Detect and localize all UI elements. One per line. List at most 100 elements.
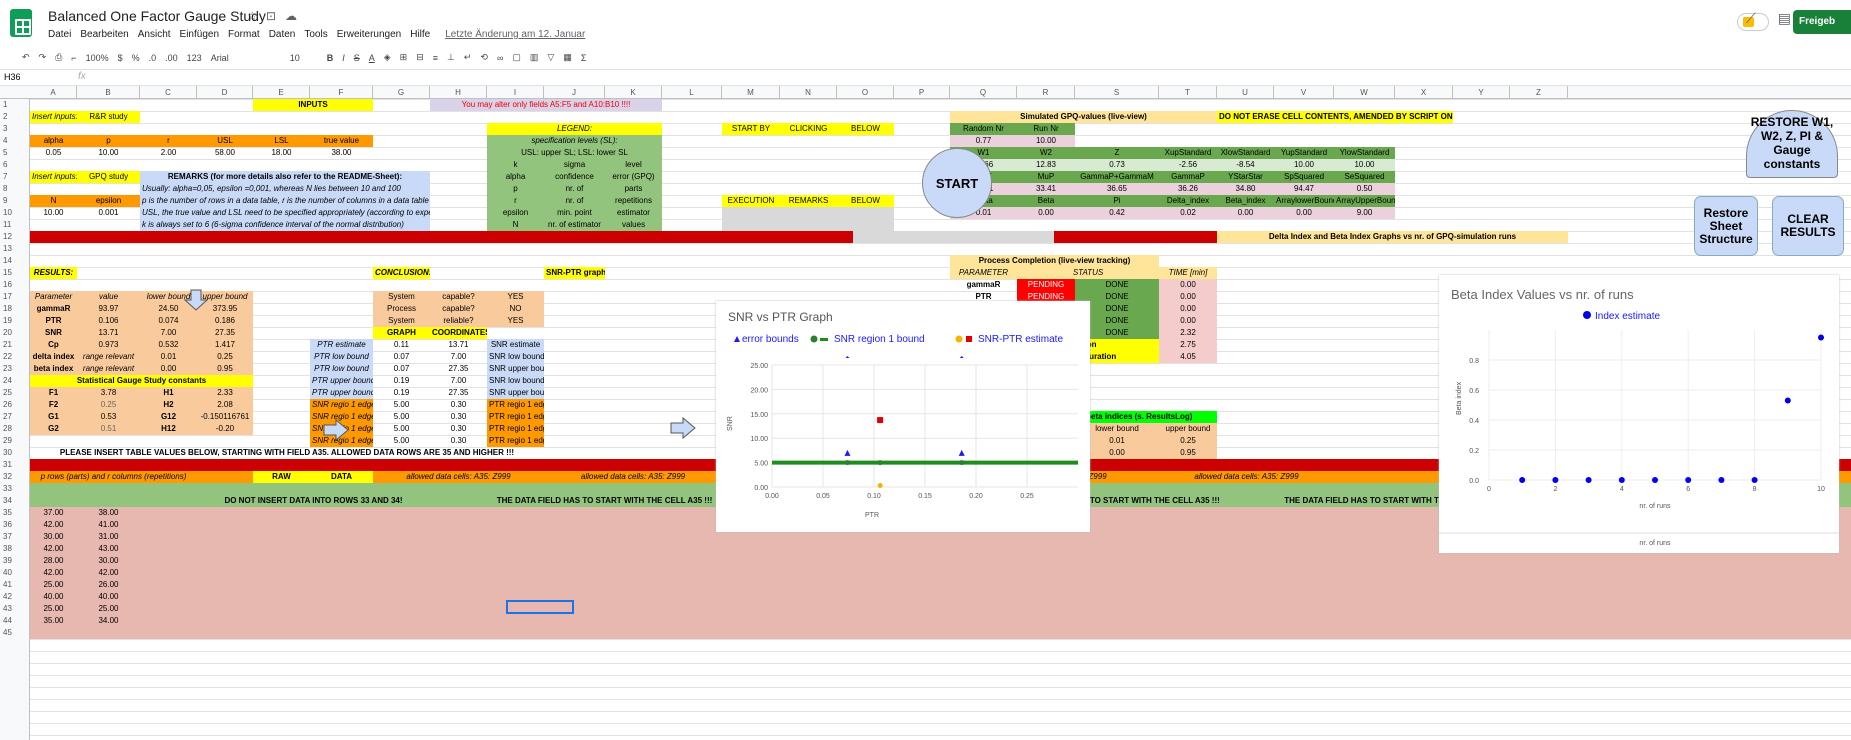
constant-cell[interactable]: H1	[140, 387, 197, 399]
row-header[interactable]: 12	[0, 231, 30, 243]
results-cell[interactable]: 7.00	[140, 327, 197, 339]
raw-label[interactable]: RAW	[253, 471, 310, 483]
input-header[interactable]: true value	[310, 135, 373, 147]
process-header[interactable]: PARAMETER	[950, 267, 1017, 279]
insert-inputs-label[interactable]: Insert inputs:	[30, 111, 77, 123]
selected-cell[interactable]	[506, 600, 574, 614]
filter-views-icon[interactable]: ▦	[563, 52, 572, 63]
column-header[interactable]: U	[1217, 86, 1274, 99]
row-header[interactable]: 45	[0, 627, 30, 639]
conclusion-title[interactable]: CONCLUSION:	[373, 267, 430, 279]
data-value[interactable]: 37.00	[30, 507, 77, 519]
italic-icon[interactable]: I	[342, 53, 345, 63]
legend-cell[interactable]: k	[487, 159, 544, 171]
currency-button[interactable]: $	[118, 53, 123, 63]
coords-value[interactable]: 0.30	[430, 399, 487, 411]
menu-5[interactable]: Daten	[269, 29, 296, 40]
gpq-value[interactable]: 10.00	[1334, 159, 1395, 171]
data-value[interactable]: 25.00	[30, 603, 77, 615]
row-header[interactable]: 21	[0, 339, 30, 351]
column-header[interactable]: R	[1017, 86, 1075, 99]
process-time[interactable]: 2.32	[1159, 327, 1217, 339]
coords-value[interactable]: 7.00	[430, 351, 487, 363]
zoom-select[interactable]: 100%	[86, 53, 109, 63]
data-value[interactable]: 42.00	[30, 543, 77, 555]
alter-notice[interactable]: You may alter only fields A5:F5 and A10:…	[430, 99, 662, 111]
inputs-title[interactable]: INPUTS	[253, 99, 373, 111]
coords-header[interactable]: GRAPH	[373, 327, 430, 339]
constant-cell[interactable]: 2.33	[197, 387, 253, 399]
insert-note[interactable]: PLEASE INSERT TABLE VALUES BELOW, STARTI…	[30, 447, 544, 459]
gray-cell[interactable]	[837, 219, 894, 231]
fill-color-icon[interactable]: ◈	[384, 52, 391, 63]
legend-cell[interactable]: nr. of estimator	[544, 219, 605, 231]
column-header[interactable]: Q	[950, 86, 1017, 99]
legend-cell[interactable]: confidence	[544, 171, 605, 183]
gpq-value[interactable]: 34.80	[1217, 183, 1274, 195]
legend-cell[interactable]: alpha	[487, 171, 544, 183]
legend-cell[interactable]: p	[487, 183, 544, 195]
coords-value[interactable]: 0.30	[430, 411, 487, 423]
gpq-header[interactable]: SpSquared	[1274, 171, 1334, 183]
comment-icon[interactable]: ▢	[512, 52, 521, 63]
row-header[interactable]: 2	[0, 111, 30, 123]
gray-cell[interactable]	[780, 207, 837, 219]
clear-results-button[interactable]: CLEAR RESULTS	[1772, 196, 1844, 256]
decrease-decimal-button[interactable]: .0	[149, 53, 157, 63]
results-cell[interactable]: 0.00	[140, 363, 197, 375]
process-time[interactable]: 0.00	[1159, 291, 1217, 303]
start-by[interactable]: START BY	[722, 123, 780, 135]
row-header[interactable]: 39	[0, 555, 30, 567]
remark-line[interactable]: USL, the true value and LSL need to be s…	[140, 207, 430, 219]
conclusion-cell[interactable]: System	[373, 291, 430, 303]
gpq-value[interactable]: 10.00	[1017, 135, 1075, 147]
column-header[interactable]: I	[487, 86, 544, 99]
coords-value[interactable]: 0.07	[373, 351, 430, 363]
filter-icon[interactable]: ▽	[547, 52, 554, 63]
gpq-header[interactable]: Beta	[1017, 195, 1075, 207]
gpq-header[interactable]: XupStandard	[1159, 147, 1217, 159]
snr-ptr-label[interactable]: SNR-PTR graph	[544, 267, 605, 279]
share-button[interactable]: Freigeb	[1793, 10, 1851, 34]
name-box[interactable]: H36	[4, 72, 21, 82]
data-value[interactable]: 25.00	[77, 603, 140, 615]
font-select[interactable]: Arial	[211, 53, 281, 63]
data-value[interactable]: 31.00	[77, 531, 140, 543]
gray-cell[interactable]	[780, 219, 837, 231]
column-header[interactable]: M	[722, 86, 780, 99]
row-header[interactable]: 18	[0, 303, 30, 315]
row-header[interactable]: 11	[0, 219, 30, 231]
data-value[interactable]: 41.00	[77, 519, 140, 531]
row-header[interactable]: 16	[0, 279, 30, 291]
gpq-header[interactable]: Delta_index	[1159, 195, 1217, 207]
gpq-header[interactable]: Pi	[1075, 195, 1159, 207]
gray-cell[interactable]	[722, 219, 780, 231]
data-value[interactable]: 40.00	[30, 591, 77, 603]
constant-cell[interactable]: G2	[30, 423, 77, 435]
borders-icon[interactable]: ⊞	[400, 52, 408, 63]
constant-cell[interactable]: 0.53	[77, 411, 140, 423]
input-value[interactable]: 58.00	[197, 147, 253, 159]
input-header[interactable]: p	[77, 135, 140, 147]
beta-index-chart[interactable]: Beta Index Values vs nr. of runs Index es…	[1439, 275, 1839, 553]
remark-line[interactable]: k is always set to 6 (6-sigma confidence…	[140, 219, 430, 231]
legend-cell[interactable]: repetitions	[605, 195, 662, 207]
data-value[interactable]: 26.00	[77, 579, 140, 591]
coords-value[interactable]: 0.19	[373, 387, 430, 399]
coords-label[interactable]: PTR regio 1 edge	[487, 435, 544, 447]
coords-value[interactable]: 27.35	[430, 387, 487, 399]
column-header[interactable]: W	[1334, 86, 1395, 99]
start-button[interactable]: START	[922, 148, 992, 218]
coords-value[interactable]: 5.00	[373, 399, 430, 411]
constant-cell[interactable]: H12	[140, 423, 197, 435]
results-cell[interactable]: PTR	[30, 315, 77, 327]
snr-ptr-chart[interactable]: SNR vs PTR Graph error bounds SNR region 1…	[716, 301, 1090, 532]
row-header[interactable]: 23	[0, 363, 30, 375]
process-title[interactable]: Process Completion (live-view tracking)	[950, 255, 1159, 267]
legend-cell[interactable]: nr. of	[544, 195, 605, 207]
menu-6[interactable]: Tools	[304, 29, 327, 40]
results-cell[interactable]: range relevant	[77, 351, 140, 363]
gpq-header[interactable]: GammaP+GammaM	[1075, 171, 1159, 183]
results-header[interactable]: value	[77, 291, 140, 303]
results-cell[interactable]: 0.95	[197, 363, 253, 375]
